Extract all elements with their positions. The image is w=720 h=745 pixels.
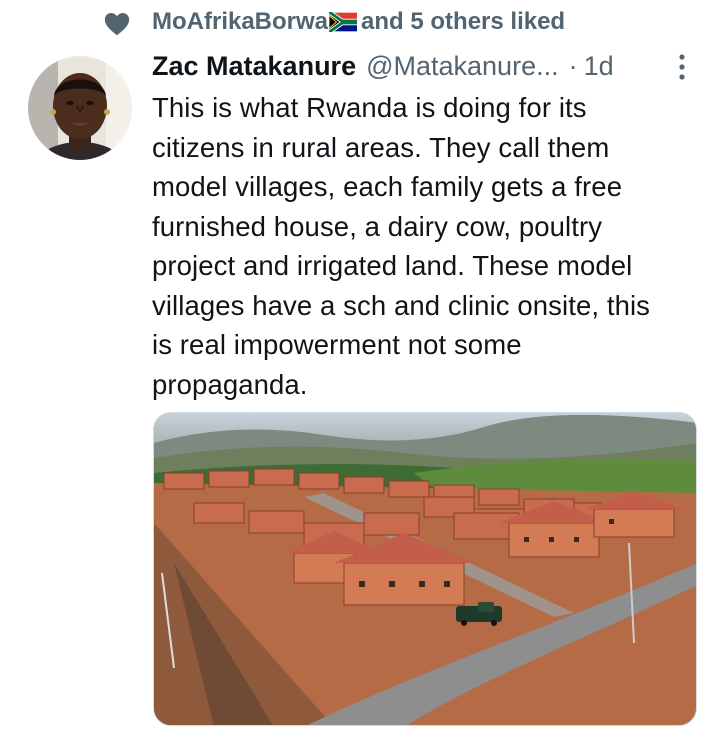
more-vertical-icon[interactable]: [674, 52, 690, 82]
tweet-text: This is what Rwanda is doing for its cit…: [152, 92, 651, 400]
timestamp[interactable]: 1d: [584, 51, 614, 82]
user-handle[interactable]: @Matakanure...: [366, 51, 559, 82]
social-context-suffix: and 5 others liked: [361, 8, 566, 35]
social-context[interactable]: MoAfrikaBorwa and 5 others liked: [152, 8, 565, 36]
heart-icon: [104, 13, 130, 36]
tweet-media-photo[interactable]: [153, 412, 697, 726]
display-name[interactable]: Zac Matakanure: [152, 51, 356, 82]
tweet-header: Zac Matakanure @Matakanure... · 1d: [152, 48, 614, 84]
avatar[interactable]: [28, 56, 132, 160]
village-aerial-image: [154, 413, 696, 725]
south-africa-flag-icon: [329, 12, 358, 32]
liker-name[interactable]: MoAfrikaBorwa: [152, 8, 328, 36]
avatar-image: [28, 56, 132, 160]
separator-dot: ·: [568, 50, 578, 81]
